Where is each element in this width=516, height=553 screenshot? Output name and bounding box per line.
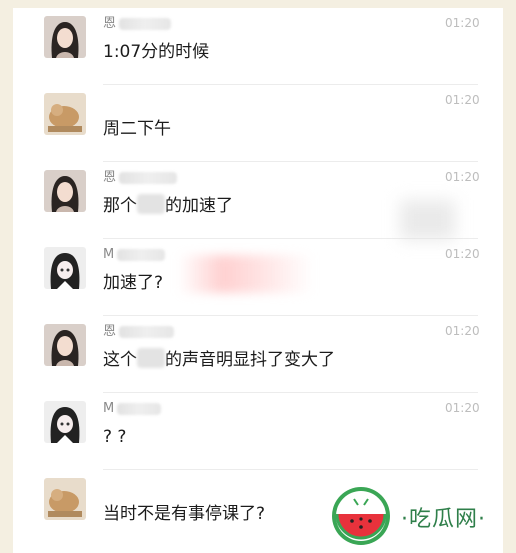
message-text: 加速了? [103,273,164,293]
message-text: 这个 的声音明显抖了变大了 [103,348,335,370]
avatar-anime-icon[interactable] [44,401,86,443]
redacted-name [117,248,166,261]
avatar-girl-icon[interactable] [44,324,86,366]
message-text: 那个 的加速了 [103,194,233,216]
redaction-smudge [178,255,313,293]
sender-name: M [103,401,162,417]
redacted-name [119,17,172,30]
redacted-name [119,171,178,184]
timestamp: 01:20 [445,401,480,415]
watermark-text: ·吃瓜网· [401,507,486,532]
redaction-smudge [400,200,455,240]
sender-name: 恩 [103,16,172,32]
message-row[interactable]: 恩 01:20 这个 的声音明显抖了变大了 [13,316,503,393]
sender-name: 恩 [103,324,175,340]
timestamp: 01:20 [445,247,480,261]
message-text: 当时不是有事停课了? [103,504,266,524]
message-row[interactable]: 01:20 周二下午 [13,85,503,162]
message-text: ? ? [103,427,127,447]
sender-name: M [103,247,166,263]
timestamp: 01:20 [445,16,480,30]
avatar-girl-icon[interactable] [44,170,86,212]
timestamp: 01:20 [445,324,480,338]
watermark: ·吃瓜网· [313,473,503,553]
avatar-anime-icon[interactable] [44,247,86,289]
message-row[interactable]: 恩 01:20 1:07分的时候 [13,8,503,85]
avatar-girl-icon[interactable] [44,16,86,58]
timestamp: 01:20 [445,170,480,184]
sender-name: 恩 [103,170,178,186]
redacted-text [137,348,165,368]
redacted-name [119,325,175,338]
redacted-text [137,194,165,214]
message-text: 1:07分的时候 [103,42,210,62]
redacted-name [117,402,162,415]
timestamp: 01:20 [445,93,480,107]
watermelon-icon [330,485,392,547]
message-text: 周二下午 [103,119,171,139]
avatar-cat-icon[interactable] [44,93,86,135]
message-row[interactable]: M 01:20 ? ? [13,393,503,470]
avatar-cat-icon[interactable] [44,478,86,520]
